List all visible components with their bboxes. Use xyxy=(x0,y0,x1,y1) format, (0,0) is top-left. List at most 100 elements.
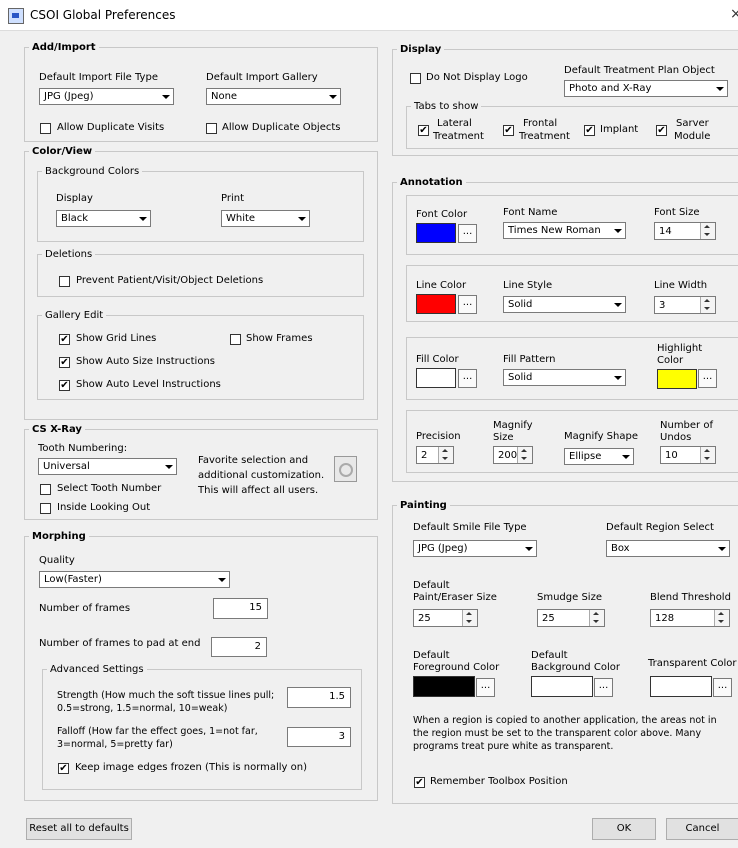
inside-out-checkbox[interactable] xyxy=(40,503,51,514)
magnify-size-spinner[interactable]: 200 xyxy=(493,446,533,464)
foreground-color-swatch[interactable] xyxy=(413,676,475,697)
chevron-down-icon xyxy=(712,81,727,96)
smudge-size-spinner[interactable]: 25 xyxy=(537,609,605,627)
background-color-picker-button[interactable]: ... xyxy=(594,678,613,697)
favorite-text-3: This will affect all users. xyxy=(198,485,319,496)
spinner-arrows-icon[interactable] xyxy=(438,447,453,463)
frontal-treatment-checkbox[interactable]: ✔ xyxy=(503,125,514,136)
line-width-label: Line Width xyxy=(654,280,708,291)
fill-color-label: Fill Color xyxy=(416,354,459,365)
strength-input[interactable]: 1.5 xyxy=(287,687,351,708)
import-file-type-select[interactable]: JPG (Jpeg) xyxy=(39,88,174,105)
background-colors-group: Background Colors xyxy=(37,166,364,242)
smile-file-type-select[interactable]: JPG (Jpeg) xyxy=(413,540,537,557)
blend-threshold-spinner[interactable]: 128 xyxy=(650,609,730,627)
background-color-swatch[interactable] xyxy=(531,676,593,697)
precision-spinner[interactable]: 2 xyxy=(416,446,454,464)
cancel-button[interactable]: Cancel xyxy=(666,818,738,840)
falloff-input[interactable]: 3 xyxy=(287,727,351,747)
spinner-arrows-icon[interactable] xyxy=(700,223,715,239)
reset-defaults-button[interactable]: Reset all to defaults xyxy=(26,818,132,840)
title-bar: CSOI Global Preferences × xyxy=(0,0,738,31)
auto-level-checkbox[interactable]: ✔ xyxy=(59,380,70,391)
auto-size-checkbox[interactable]: ✔ xyxy=(59,357,70,368)
transparency-note-2: the region must be set to the transparen… xyxy=(413,728,702,739)
paint-size-label-2: Paint/Eraser Size xyxy=(413,592,497,603)
font-size-spinner[interactable]: 14 xyxy=(654,222,716,240)
transparent-color-swatch[interactable] xyxy=(650,676,712,697)
spinner-arrows-icon[interactable] xyxy=(462,610,477,626)
falloff-label-2: 3=normal, 5=pretty far) xyxy=(57,739,173,750)
print-color-select[interactable]: White xyxy=(221,210,310,227)
show-frames-checkbox[interactable] xyxy=(230,334,241,345)
display-color-select[interactable]: Black xyxy=(56,210,151,227)
keep-edges-checkbox[interactable]: ✔ xyxy=(58,763,69,774)
spinner-arrows-icon[interactable] xyxy=(700,447,715,463)
line-style-value: Solid xyxy=(508,299,533,310)
advanced-settings-legend: Advanced Settings xyxy=(50,664,144,675)
implant-checkbox[interactable]: ✔ xyxy=(584,125,595,136)
tabs-to-show-legend: Tabs to show xyxy=(414,101,479,112)
lateral-treatment-checkbox[interactable]: ✔ xyxy=(418,125,429,136)
pad-frames-input[interactable]: 2 xyxy=(211,637,267,657)
blend-threshold-value: 128 xyxy=(655,613,675,624)
line-color-swatch[interactable] xyxy=(416,294,456,314)
highlight-color-swatch[interactable] xyxy=(657,369,697,389)
font-name-select[interactable]: Times New Roman xyxy=(503,222,626,239)
import-gallery-select[interactable]: None xyxy=(206,88,341,105)
quality-select[interactable]: Low(Faster) xyxy=(39,571,230,588)
line-color-picker-button[interactable]: ... xyxy=(458,295,477,314)
spinner-arrows-icon[interactable] xyxy=(714,610,729,626)
transparent-color-picker-button[interactable]: ... xyxy=(713,678,732,697)
fill-color-swatch[interactable] xyxy=(416,368,456,388)
add-import-legend: Add/Import xyxy=(32,42,96,53)
frames-label: Number of frames xyxy=(39,603,131,614)
implant-label: Implant xyxy=(600,124,639,135)
chevron-down-icon xyxy=(158,89,173,104)
spinner-arrows-icon[interactable] xyxy=(700,297,715,313)
highlight-color-picker-button[interactable]: ... xyxy=(698,369,717,388)
chevron-down-icon xyxy=(294,211,309,226)
font-color-picker-button[interactable]: ... xyxy=(458,224,477,243)
show-grid-checkbox[interactable]: ✔ xyxy=(59,334,70,345)
favorite-settings-button[interactable] xyxy=(334,456,357,482)
show-grid-label: Show Grid Lines xyxy=(76,333,157,344)
background-color-label-1: Default xyxy=(531,650,568,661)
line-width-spinner[interactable]: 3 xyxy=(654,296,716,314)
region-select-select[interactable]: Box xyxy=(606,540,730,557)
frames-input[interactable]: 15 xyxy=(213,598,268,619)
undos-spinner[interactable]: 10 xyxy=(660,446,716,464)
pad-frames-label: Number of frames to pad at end xyxy=(39,638,201,649)
allow-dup-visits-checkbox[interactable] xyxy=(40,123,51,134)
font-color-swatch[interactable] xyxy=(416,223,456,243)
font-size-value: 14 xyxy=(659,226,672,237)
ok-button[interactable]: OK xyxy=(592,818,656,840)
remember-toolbox-checkbox[interactable]: ✔ xyxy=(414,777,425,788)
annotation-legend: Annotation xyxy=(400,177,463,188)
spinner-arrows-icon[interactable] xyxy=(517,447,532,463)
favorite-text-1: Favorite selection and xyxy=(198,455,309,466)
allow-dup-objects-checkbox[interactable] xyxy=(206,123,217,134)
foreground-color-picker-button[interactable]: ... xyxy=(476,678,495,697)
magnify-shape-label: Magnify Shape xyxy=(564,431,638,442)
no-logo-checkbox[interactable] xyxy=(410,73,421,84)
fill-color-picker-button[interactable]: ... xyxy=(458,369,477,388)
fill-pattern-label: Fill Pattern xyxy=(503,354,556,365)
fill-pattern-select[interactable]: Solid xyxy=(503,369,626,386)
close-icon[interactable]: × xyxy=(730,6,738,22)
treatment-plan-select[interactable]: Photo and X-Ray xyxy=(564,80,728,97)
chevron-down-icon xyxy=(135,211,150,226)
sarver-module-checkbox[interactable]: ✔ xyxy=(656,125,667,136)
select-tooth-checkbox[interactable] xyxy=(40,484,51,495)
line-style-select[interactable]: Solid xyxy=(503,296,626,313)
magnify-shape-select[interactable]: Ellipse xyxy=(564,448,634,465)
tooth-numbering-select[interactable]: Universal xyxy=(38,458,177,475)
favorite-text-2: additional customization. xyxy=(198,470,325,481)
morphing-legend: Morphing xyxy=(32,531,86,542)
sarver-label-2: Module xyxy=(674,131,711,142)
allow-dup-visits-label: Allow Duplicate Visits xyxy=(57,122,165,133)
spinner-arrows-icon[interactable] xyxy=(589,610,604,626)
prevent-deletions-checkbox[interactable] xyxy=(59,276,70,287)
paint-size-spinner[interactable]: 25 xyxy=(413,609,478,627)
magnify-size-label-1: Magnify xyxy=(493,420,533,431)
